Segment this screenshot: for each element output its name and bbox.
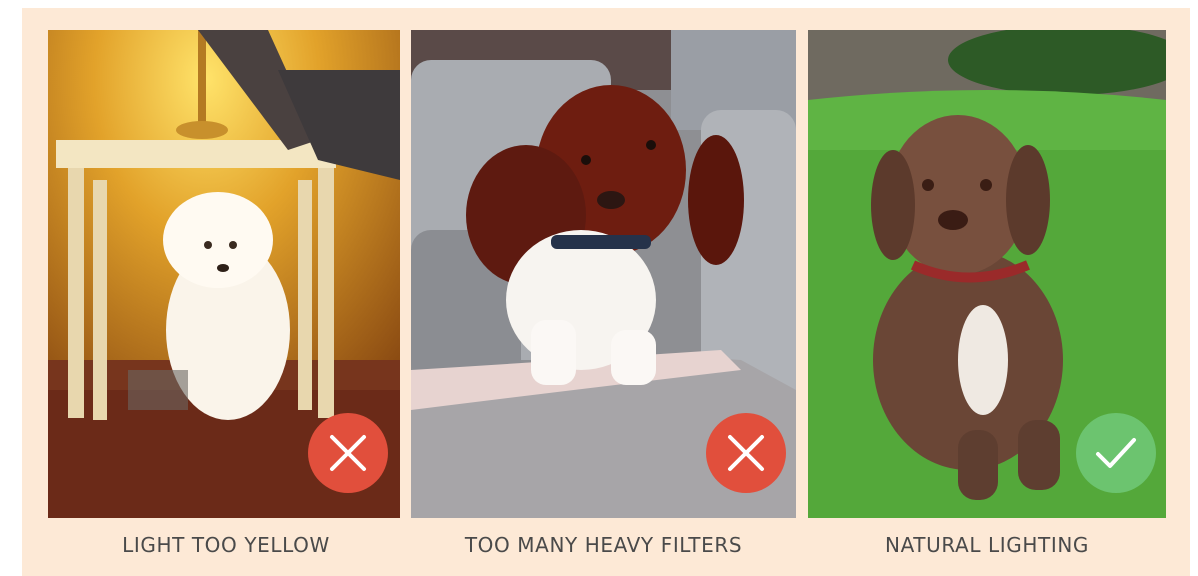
caption-natural-lighting: NATURAL LIGHTING — [885, 533, 1089, 557]
x-icon — [330, 435, 366, 471]
caption-too-many-filters: TOO MANY HEAVY FILTERS — [464, 533, 743, 557]
x-icon — [728, 435, 764, 471]
reject-badge — [308, 413, 388, 493]
caption-light-too-yellow: LIGHT TOO YELLOW — [122, 533, 330, 557]
approve-badge — [1076, 413, 1156, 493]
reject-badge — [706, 413, 786, 493]
check-icon — [1096, 438, 1136, 468]
